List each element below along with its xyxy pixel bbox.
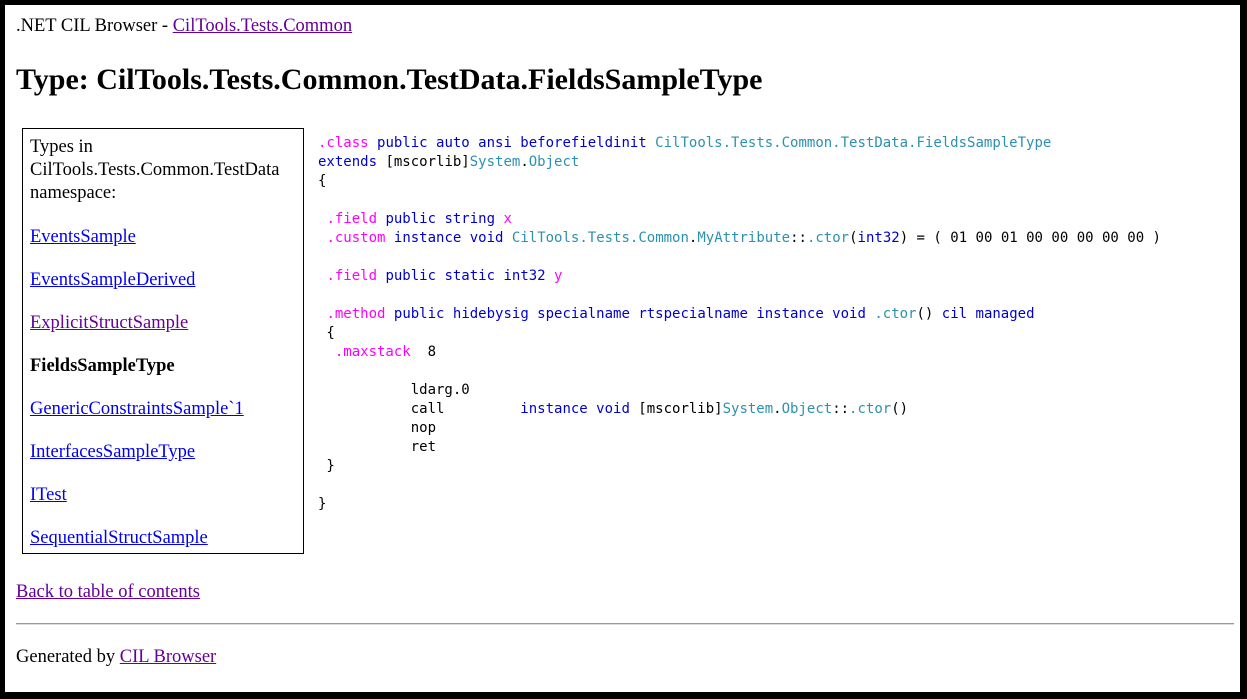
code-token-nm: .ctor [874, 306, 917, 322]
sidebar-item-sequentialstructsample[interactable]: SequentialStructSample [30, 528, 208, 549]
footer-divider [16, 623, 1234, 625]
footer-text: Generated by [16, 647, 120, 667]
sidebar-item-interfacessampletype[interactable]: InterfacesSampleType [30, 442, 195, 463]
code-line: } [318, 496, 326, 512]
code-line: .field public static int32 y [318, 268, 562, 284]
sidebar-item-genericconstraintssample[interactable]: GenericConstraintsSample`1 [30, 399, 244, 420]
code-token-nm: Object [781, 401, 833, 417]
code-token-dir: y [554, 268, 563, 284]
code-token: call [318, 401, 521, 417]
code-line: .method public hidebysig specialname rts… [318, 306, 1035, 322]
code-token-kw: public hidebysig specialname rtspecialna… [393, 306, 866, 322]
assembly-link[interactable]: CilTools.Tests.Common [173, 16, 352, 36]
type-list-sidebar: Types in CilTools.Tests.Common.TestData … [22, 128, 304, 554]
code-token-nm: MyAttribute [697, 230, 791, 246]
sidebar-item-explicitstructsample[interactable]: ExplicitStructSample [30, 313, 188, 334]
sidebar-item-eventssamplederived[interactable]: EventsSampleDerived [30, 270, 195, 291]
code-token-nm: System [469, 154, 521, 170]
code-token-nm: .ctor [806, 230, 850, 246]
code-token: [mscorlib] [629, 401, 723, 417]
code-token: . [773, 401, 782, 417]
code-token-dir: .field [326, 268, 378, 284]
page-title: Type: CilTools.Tests.Common.TestData.Fie… [16, 63, 763, 96]
code-token: () [891, 401, 909, 417]
back-to-toc-link[interactable]: Back to table of contents [16, 582, 200, 603]
code-token: { [318, 173, 327, 189]
code-line: .field public string x [318, 211, 512, 227]
code-token: [mscorlib] [377, 154, 470, 170]
code-line: ldarg.0 [318, 382, 470, 398]
code-token-kw: instance void [393, 230, 504, 246]
code-line: { [318, 325, 335, 341]
code-token-dir: .class [318, 135, 369, 151]
page: .NET CIL Browser - CilTools.Tests.Common… [5, 5, 1240, 692]
code-token-nm: .ctor [849, 401, 892, 417]
code-token: { [318, 325, 335, 341]
code-token: } [318, 458, 335, 474]
code-line: .custom instance void CilTools.Tests.Com… [318, 230, 1161, 246]
code-token-dir: .maxstack [334, 344, 411, 360]
code-token-kw: public static int32 [385, 268, 546, 284]
code-token: . [520, 154, 529, 170]
code-line: extends [mscorlib]System.Object [318, 154, 579, 170]
code-line: call instance void [mscorlib]System.Obje… [318, 401, 908, 417]
code-line: nop [318, 420, 436, 436]
cil-code-listing: .class public auto ansi beforefieldinit … [318, 134, 1161, 514]
code-token-kw: instance void [520, 401, 630, 417]
code-token: :: [790, 230, 807, 246]
sidebar-item-eventssample[interactable]: EventsSample [30, 227, 136, 248]
code-token-dir: x [503, 211, 512, 227]
code-token: () [916, 306, 942, 322]
sidebar-item-fieldssampletype: FieldsSampleType [30, 356, 175, 376]
cil-browser-link[interactable]: CIL Browser [120, 647, 216, 667]
code-token-kw: int32 [857, 230, 900, 246]
code-line: { [318, 173, 326, 189]
code-token-kw: extends [318, 154, 378, 170]
footer: Generated by CIL Browser [16, 647, 216, 668]
code-token-dir: .field [326, 211, 378, 227]
code-token: :: [832, 401, 850, 417]
code-token: ( [849, 230, 858, 246]
code-token-nm: Object [528, 154, 580, 170]
code-token: nop [318, 420, 437, 436]
app-title: .NET CIL Browser - [16, 16, 173, 36]
code-line: .maxstack 8 [318, 344, 436, 360]
code-token-dir: .method [326, 306, 386, 322]
code-token: ldarg.0 [318, 382, 470, 398]
code-token-nm: CilTools.Tests.Common.TestData.FieldsSam… [655, 135, 1052, 151]
code-token-kw: cil managed [941, 306, 1035, 322]
code-token: 8 [410, 344, 437, 360]
code-line: } [318, 458, 335, 474]
sidebar-heading: Types in CilTools.Tests.Common.TestData … [30, 137, 280, 203]
code-token: } [318, 496, 327, 512]
code-line: .class public auto ansi beforefieldinit … [318, 135, 1051, 151]
code-line: ret [318, 439, 436, 455]
code-token-nm: CilTools.Tests.Common [511, 230, 689, 246]
code-token: ret [318, 439, 437, 455]
code-token-dir: .custom [326, 230, 386, 246]
code-token-nm: System [722, 401, 774, 417]
code-token: ) = ( 01 00 01 00 00 00 00 00 ) [899, 230, 1161, 246]
top-bar: .NET CIL Browser - CilTools.Tests.Common [16, 16, 352, 37]
sidebar-item-itest[interactable]: ITest [30, 485, 67, 506]
code-token-kw: public string [385, 211, 496, 227]
code-token-kw: public auto ansi beforefieldinit [377, 135, 647, 151]
